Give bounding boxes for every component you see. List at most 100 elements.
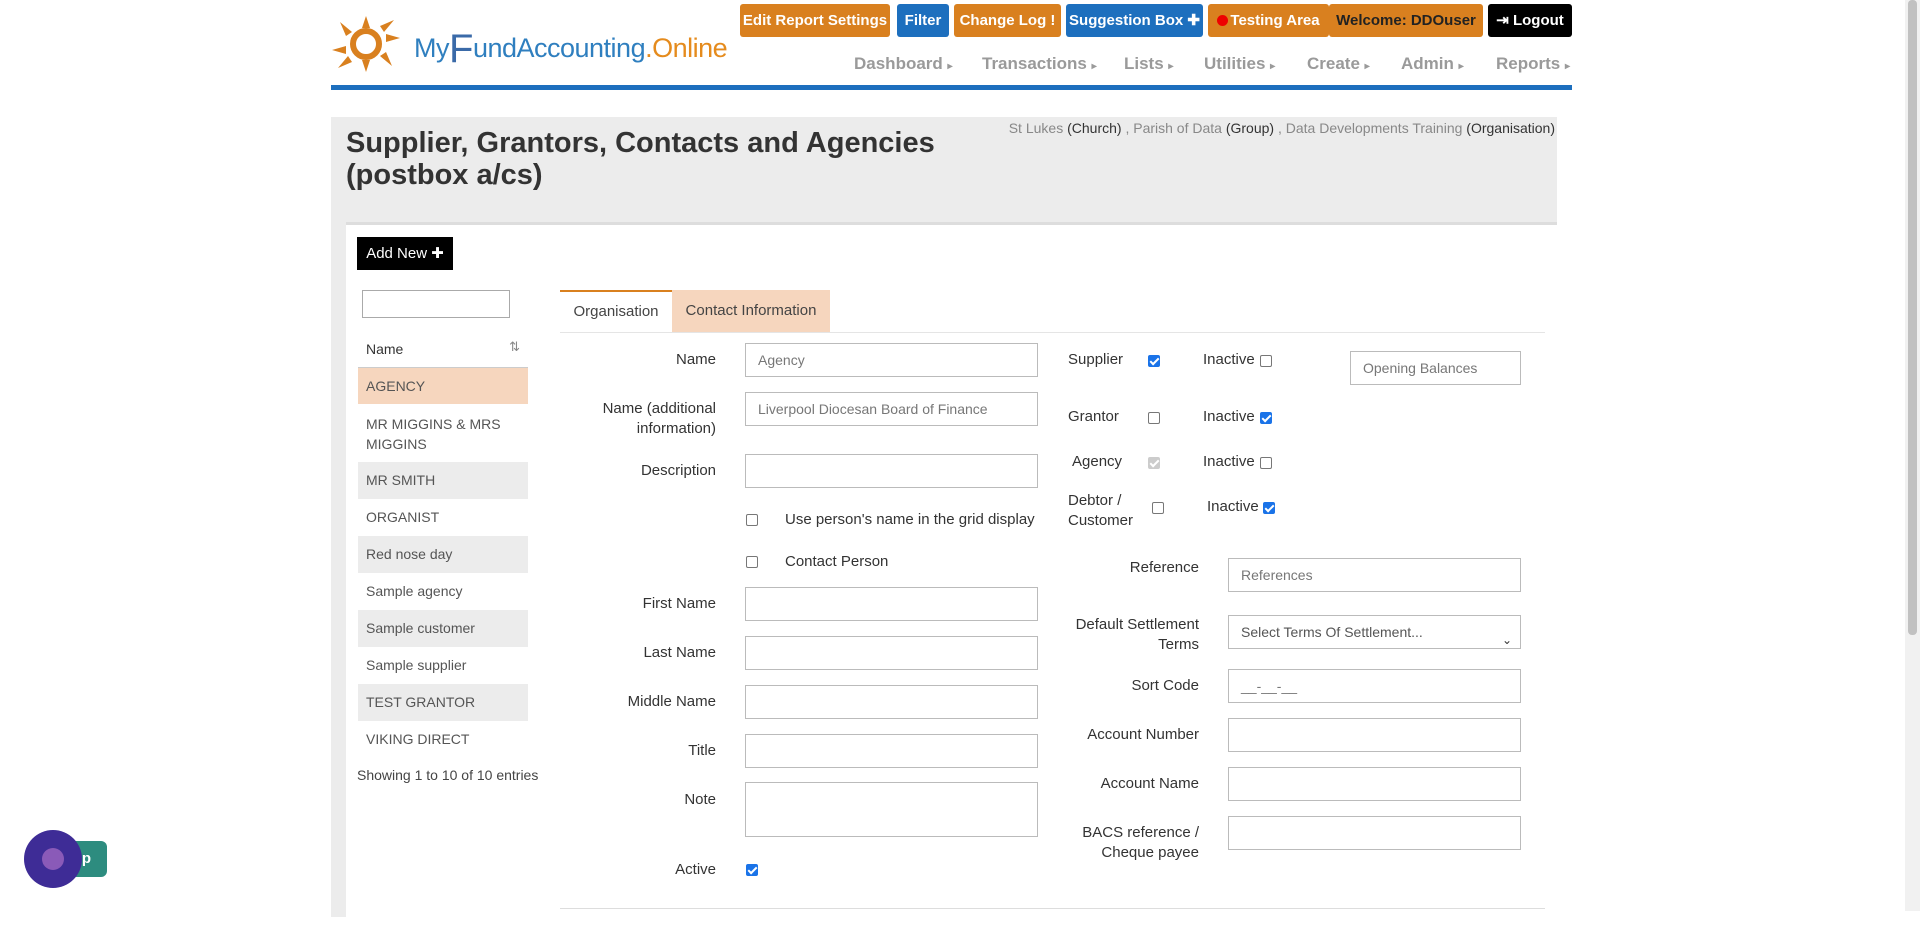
middle-name-field[interactable] [745, 685, 1038, 719]
form-divider [560, 908, 1545, 909]
agency-label: Agency [1072, 453, 1123, 470]
list-item[interactable]: MR MIGGINS & MRS MIGGINS [358, 404, 528, 462]
account-name-field[interactable] [1228, 767, 1521, 801]
opening-balances-field[interactable]: Opening Balances [1350, 351, 1521, 385]
name-label: Name [675, 351, 716, 368]
grantor-inactive-label: Inactive [1203, 408, 1255, 425]
list-item[interactable]: Sample customer [358, 610, 528, 647]
caret-right-icon: ▸ [1168, 61, 1174, 72]
caret-right-icon: ▸ [1270, 61, 1276, 72]
list-item[interactable]: Red nose day [358, 536, 528, 573]
bacs-reference-field[interactable] [1228, 816, 1521, 850]
menu-transactions[interactable]: Transactions ▸ [982, 54, 1097, 74]
description-label: Description [640, 462, 716, 479]
list-item[interactable]: MR SMITH [358, 462, 528, 499]
settlement-terms-label: Default Settlement Terms [1075, 616, 1199, 653]
caret-right-icon: ▸ [1364, 61, 1370, 72]
reference-field[interactable]: References [1228, 558, 1521, 592]
menu-create[interactable]: Create ▸ [1307, 54, 1370, 74]
supplier-label: Supplier [1068, 351, 1124, 368]
chevron-down-icon: ⌄ [1501, 633, 1512, 647]
red-dot-icon [1217, 15, 1229, 26]
grantor-checkbox[interactable] [1148, 412, 1160, 424]
contact-person-label: Contact Person [785, 553, 889, 570]
name-field[interactable]: Agency [745, 343, 1038, 377]
page-title: Supplier, Grantors, Contacts and Agencie… [346, 127, 935, 191]
list-item[interactable]: ORGANIST [358, 499, 528, 536]
title-label: Title [688, 742, 716, 759]
reference-label: Reference [1129, 559, 1199, 576]
sun-logo-icon [332, 16, 400, 72]
use-person-name-label: Use person's name in the grid display [785, 511, 1035, 528]
add-new-button[interactable]: Add New ✚ [357, 237, 453, 270]
account-number-field[interactable] [1228, 718, 1521, 752]
tab-contact-information[interactable]: Contact Information [672, 290, 830, 332]
agency-checkbox [1148, 457, 1160, 469]
context-breadcrumb: St Lukes (Church) , Parish of Data (Grou… [1008, 120, 1555, 136]
logout-label: Logout [1512, 12, 1564, 29]
sort-code-label: Sort Code [1131, 677, 1199, 694]
account-name-label: Account Name [1100, 775, 1199, 792]
edit-report-settings-button[interactable]: Edit Report Settings [740, 4, 890, 37]
first-name-label: First Name [642, 595, 716, 612]
sort-icon: ⇅ [509, 339, 520, 354]
debtor-customer-checkbox[interactable] [1152, 502, 1164, 514]
logo-text: MyFundAccounting.Online [414, 27, 728, 71]
agency-inactive-label: Inactive [1203, 453, 1255, 470]
settlement-terms-value: Select Terms Of Settlement... [1241, 624, 1423, 640]
contact-person-checkbox[interactable] [746, 556, 758, 568]
menu-dashboard[interactable]: Dashboard ▸ [854, 54, 953, 74]
note-label: Note [684, 791, 716, 808]
agency-inactive-checkbox[interactable] [1260, 457, 1272, 469]
list-item[interactable]: Sample agency [358, 573, 528, 610]
description-field[interactable] [745, 454, 1038, 488]
menu-lists[interactable]: Lists ▸ [1124, 54, 1173, 74]
menu-reports[interactable]: Reports ▸ [1496, 54, 1570, 74]
active-label: Active [675, 861, 716, 878]
last-name-label: Last Name [643, 644, 716, 661]
testing-area-button[interactable]: Testing Area [1208, 4, 1329, 37]
title-field[interactable] [745, 734, 1038, 768]
bacs-reference-label: BACS reference / Cheque payee [1082, 824, 1199, 861]
settlement-terms-select[interactable]: Select Terms Of Settlement... ⌄ [1228, 615, 1521, 649]
menu-utilities[interactable]: Utilities ▸ [1204, 54, 1275, 74]
caret-right-icon: ▸ [1458, 61, 1464, 72]
supplier-inactive-checkbox[interactable] [1260, 355, 1272, 367]
name-column-header: Name [366, 341, 404, 357]
last-name-field[interactable] [745, 636, 1038, 670]
scrollbar-thumb[interactable] [1908, 0, 1917, 635]
debtor-inactive-label: Inactive [1207, 498, 1259, 515]
use-person-name-checkbox[interactable] [746, 514, 758, 526]
change-log-button[interactable]: Change Log ! [954, 4, 1061, 37]
name-additional-field[interactable]: Liverpool Diocesan Board of Finance [745, 392, 1038, 426]
filter-button[interactable]: Filter [897, 4, 949, 37]
sort-code-field[interactable]: __-__-__ [1228, 669, 1521, 703]
menu-admin[interactable]: Admin ▸ [1401, 54, 1464, 74]
help-chat-button[interactable] [24, 830, 82, 888]
welcome-button[interactable]: Welcome: DDOuser [1329, 4, 1483, 37]
list-item[interactable]: VIKING DIRECT [358, 721, 528, 758]
caret-right-icon: ▸ [1091, 61, 1097, 72]
first-name-field[interactable] [745, 587, 1038, 621]
list-item[interactable]: TEST GRANTOR [358, 684, 528, 721]
supplier-checkbox[interactable] [1148, 355, 1160, 367]
middle-name-label: Middle Name [627, 693, 716, 710]
logout-button[interactable]: ⇥ Logout [1488, 4, 1572, 37]
list-item[interactable]: AGENCY [358, 368, 528, 404]
grantor-inactive-checkbox[interactable] [1260, 412, 1272, 424]
caret-right-icon: ▸ [947, 61, 953, 72]
search-input[interactable] [362, 290, 510, 318]
list-header[interactable]: Name ⇅ [358, 331, 528, 368]
suggestion-box-button[interactable]: Suggestion Box ✚ [1066, 4, 1203, 37]
caret-right-icon: ▸ [1564, 61, 1570, 72]
supplier-inactive-label: Inactive [1203, 351, 1255, 368]
list-item[interactable]: Sample supplier [358, 647, 528, 684]
pagination-info: Showing 1 to 10 of 10 entries [357, 767, 539, 783]
note-field[interactable] [745, 782, 1038, 837]
nav-divider [331, 85, 1572, 90]
account-number-label: Account Number [1087, 726, 1199, 743]
tab-organisation[interactable]: Organisation [560, 290, 672, 332]
debtor-inactive-checkbox[interactable] [1263, 502, 1275, 514]
active-checkbox[interactable] [746, 864, 758, 876]
grantor-label: Grantor [1068, 408, 1119, 425]
